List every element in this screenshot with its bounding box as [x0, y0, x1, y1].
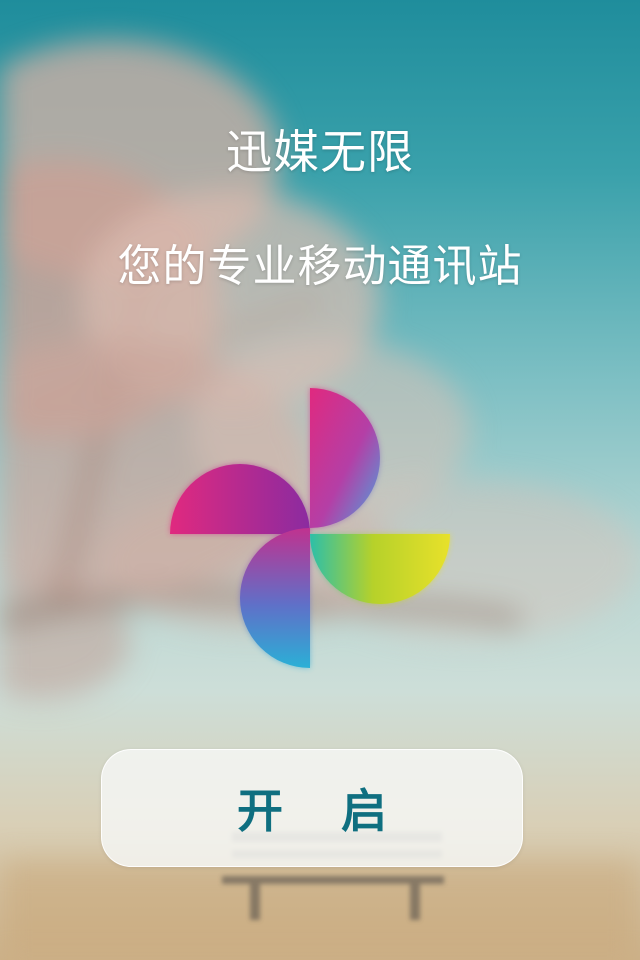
start-button[interactable]: 开启	[101, 749, 523, 867]
app-title: 迅媒无限	[226, 125, 414, 179]
app-tagline: 您的专业移动通讯站	[117, 241, 523, 292]
pinwheel-logo-icon	[170, 388, 450, 668]
start-button-label: 开启	[237, 784, 445, 838]
splash-screen: 迅媒无限 您的专业移动通讯站 开启	[0, 0, 640, 960]
